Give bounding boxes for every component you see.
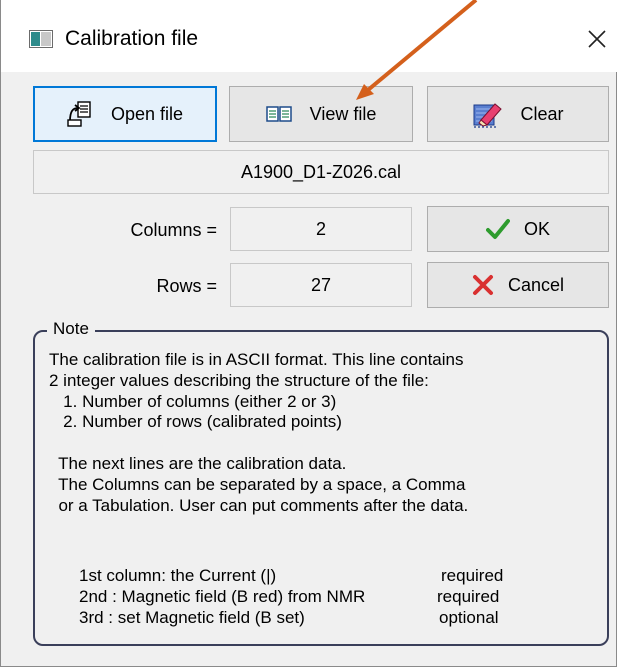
open-file-icon [67, 101, 93, 127]
note-line: The Columns can be separated by a space,… [49, 474, 466, 494]
column-status-1: required [441, 566, 504, 585]
note-description: The calibration file is in ASCII format.… [49, 350, 605, 516]
view-file-label: View file [309, 103, 377, 124]
note-line: 2. Number of rows (calibrated points) [49, 412, 342, 432]
cancel-label: Cancel [507, 274, 565, 295]
clear-button[interactable]: Clear [427, 86, 609, 142]
ok-button[interactable]: OK [427, 206, 609, 252]
note-line: The calibration file is in ASCII format.… [49, 350, 464, 369]
columns-value: 2 [230, 207, 412, 251]
open-file-button[interactable]: Open file [33, 86, 217, 142]
note-line: 1. Number of columns (either 2 or 3) [49, 391, 337, 411]
checkmark-icon [485, 218, 510, 240]
title-bar: Calibration file [1, 0, 617, 72]
view-file-icon [265, 105, 292, 123]
ok-label: OK [523, 218, 550, 239]
column-status-2: required [437, 587, 500, 606]
window-app-icon [29, 30, 53, 48]
column-desc-1: 1st column: the Current (|) [79, 566, 277, 585]
calibration-file-dialog: Calibration file Open file View file Cle… [0, 0, 617, 667]
column-status-3: optional [439, 608, 499, 627]
open-file-label: Open file [110, 103, 184, 124]
filename-display: A1900_D1-Z026.cal [33, 150, 609, 194]
note-legend: Note [47, 318, 95, 340]
note-line: or a Tabulation. User can put comments a… [49, 495, 469, 515]
rows-value: 27 [230, 263, 412, 307]
cancel-button[interactable]: Cancel [427, 262, 609, 308]
view-file-button[interactable]: View file [229, 86, 413, 142]
cancel-x-icon [472, 274, 494, 296]
column-desc-2: 2nd : Magnetic field (B red) from NMR [79, 587, 366, 606]
window-title: Calibration file [65, 27, 199, 50]
close-icon[interactable] [583, 25, 611, 53]
column-desc-3: 3rd : set Magnetic field (B set) [79, 608, 305, 627]
note-line: 2 integer values describing the structur… [49, 370, 429, 390]
columns-label: Columns = [130, 220, 217, 240]
rows-label: Rows = [156, 276, 217, 296]
note-line: The next lines are the calibration data. [49, 453, 347, 473]
eraser-icon [472, 99, 503, 129]
clear-label: Clear [520, 103, 564, 124]
